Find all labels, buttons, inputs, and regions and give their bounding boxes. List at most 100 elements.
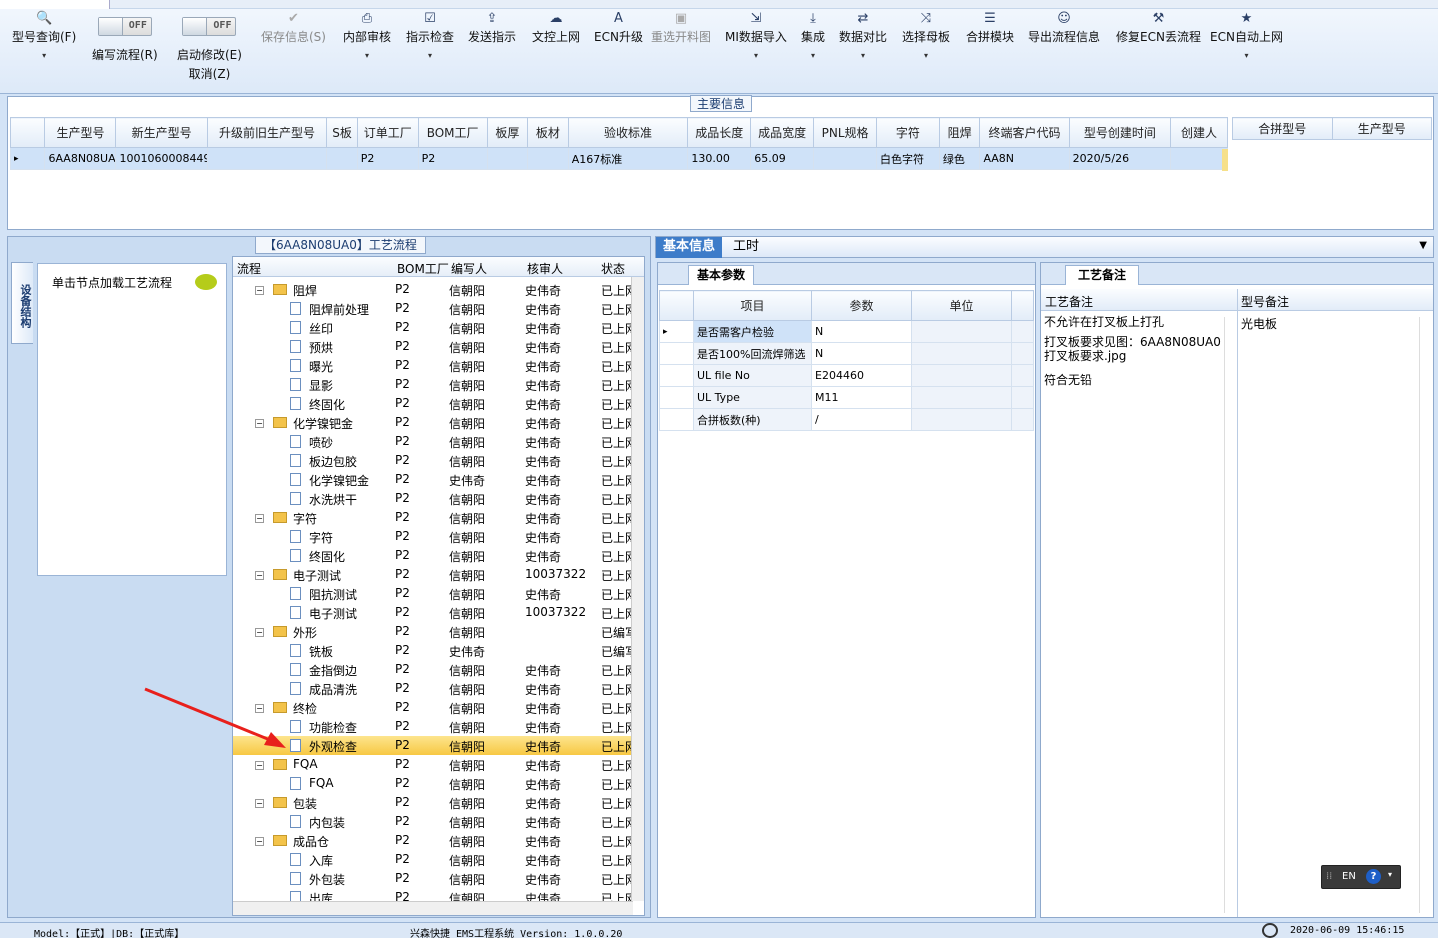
chevron-down-icon[interactable]: ▾ — [406, 51, 454, 60]
table-cell[interactable]: 2020/5/26 — [1068, 147, 1172, 170]
table-cell[interactable]: 10010600084498 — [115, 147, 208, 170]
column-header[interactable]: BOM工厂 — [417, 117, 488, 148]
tree-row[interactable]: 入库 P2 信朝阳 史伟奇 已上网 — [233, 850, 633, 869]
table-cell[interactable] — [326, 147, 358, 170]
table-cell[interactable] — [206, 147, 328, 170]
toggle-switch[interactable]: OFF — [97, 17, 152, 36]
tree-horizontal-scrollbar[interactable] — [233, 901, 633, 915]
column-header[interactable]: 板材 — [527, 117, 569, 148]
toolbar-button-16[interactable]: ⚒ 修复ECN丢流程 — [1116, 10, 1201, 45]
collapse-icon[interactable]: − — [255, 761, 264, 770]
model-notes-scrollbar[interactable] — [1419, 317, 1429, 913]
toggle-switch[interactable]: OFF — [182, 17, 237, 36]
tree-row[interactable]: − 包装 P2 信朝阳 史伟奇 已上网 — [233, 793, 633, 812]
table-cell[interactable] — [813, 147, 877, 170]
tree-row[interactable]: − FQA P2 信朝阳 史伟奇 已上网 — [233, 755, 633, 774]
ribbon-tab[interactable] — [0, 0, 110, 9]
param-value[interactable]: E204460 — [811, 364, 912, 387]
tree-row[interactable]: − 阻焊 P2 信朝阳 史伟奇 已上网 — [233, 280, 633, 299]
chevron-down-icon[interactable]: ▾ — [725, 51, 787, 60]
table-row[interactable]: ▸6AA8N08UA010010600084498 P2P2 A167标准130.0… — [9, 147, 1228, 170]
equipment-structure-tab[interactable]: 设备结构 — [11, 262, 33, 344]
tree-row[interactable]: 外观检查 P2 信朝阳 史伟奇 已上网 — [233, 736, 633, 755]
param-value[interactable]: / — [811, 408, 912, 431]
tree-row[interactable]: 金指倒边 P2 信朝阳 史伟奇 已上网 — [233, 660, 633, 679]
chevron-down-icon[interactable]: ▾ — [343, 51, 391, 60]
param-unit[interactable] — [911, 320, 1012, 343]
options-arrow-icon[interactable]: ▾ — [1388, 870, 1392, 879]
tree-row[interactable]: 外包装 P2 信朝阳 史伟奇 已上网 — [233, 869, 633, 888]
tree-row[interactable]: 字符 P2 信朝阳 史伟奇 已上网 — [233, 527, 633, 546]
tree-row[interactable]: − 外形 P2 信朝阳 已编写 — [233, 622, 633, 641]
param-row[interactable]: ▸ 是否需客户检验 N — [659, 320, 1034, 343]
param-item[interactable]: UL file No — [693, 364, 812, 387]
param-item[interactable]: 是否100%回流焊筛选 — [693, 342, 812, 365]
param-row[interactable]: 是否100%回流焊筛选 N — [659, 342, 1034, 365]
tree-row[interactable]: 曝光 P2 信朝阳 史伟奇 已上网 — [233, 356, 633, 375]
toolbar-button-14[interactable]: ☰ 合拼模块 — [966, 10, 1014, 45]
table-cell[interactable] — [486, 147, 529, 170]
column-header[interactable]: 验收标准 — [567, 117, 689, 148]
tree-row[interactable]: 内包装 P2 信朝阳 史伟奇 已上网 — [233, 812, 633, 831]
toolbar-button-12[interactable]: ⇄ 数据对比 ▾ — [839, 10, 887, 60]
tree-row[interactable]: 阻焊前处理 P2 信朝阳 史伟奇 已上网 — [233, 299, 633, 318]
chevron-down-icon[interactable]: ▾ — [1210, 51, 1283, 60]
language-bar[interactable]: ⁞⁞ EN ? ▾ — [1321, 865, 1401, 889]
tree-row[interactable]: 丝印 P2 信朝阳 史伟奇 已上网 — [233, 318, 633, 337]
model-note-text[interactable]: 光电板 — [1241, 315, 1277, 332]
toolbar-button-8[interactable]: A ECN升级 — [594, 10, 643, 45]
tree-row[interactable]: 铣板 P2 史伟奇 已编写 — [233, 641, 633, 660]
table-cell[interactable]: P2 — [417, 147, 488, 170]
column-header[interactable]: 成品宽度 — [750, 117, 815, 148]
toolbar-button-7[interactable]: ☁ 文控上网 — [532, 10, 580, 45]
tree-row[interactable]: 终固化 P2 信朝阳 史伟奇 已上网 — [233, 394, 633, 413]
column-header[interactable]: 阻焊 — [938, 117, 981, 148]
table-cell[interactable]: 6AA8N08UA0 — [44, 147, 117, 170]
tab-work-hours[interactable]: 工时 — [726, 237, 766, 258]
tree-row[interactable]: 喷砂 P2 信朝阳 史伟奇 已上网 — [233, 432, 633, 451]
table-cell[interactable]: P2 — [356, 147, 419, 170]
column-header[interactable]: 终端客户代码 — [979, 117, 1070, 148]
tree-vertical-scrollbar[interactable] — [631, 277, 644, 901]
collapse-icon[interactable]: − — [255, 286, 264, 295]
param-unit[interactable] — [911, 386, 1012, 409]
tree-row[interactable]: 功能检查 P2 信朝阳 史伟奇 已上网 — [233, 717, 633, 736]
param-row[interactable]: UL file No E204460 — [659, 364, 1034, 387]
help-icon[interactable]: ? — [1366, 869, 1381, 884]
table-cell[interactable]: 白色字符 — [876, 147, 940, 170]
tree-row[interactable]: −终检P2信朝阳史伟奇已上网 — [233, 698, 633, 717]
param-unit[interactable] — [911, 342, 1012, 365]
notes-tab[interactable]: 工艺备注 — [1065, 265, 1140, 285]
column-header[interactable]: 生产型号 — [44, 117, 117, 148]
tree-row[interactable]: 化学镍钯金 P2 史伟奇 史伟奇 已上网 — [233, 470, 633, 489]
param-value[interactable]: N — [811, 320, 912, 343]
toolbar-button-2[interactable]: OFF 启动修改(E) 取消(Z) — [177, 17, 242, 82]
chevron-down-icon[interactable]: ▾ — [902, 51, 950, 60]
param-unit[interactable] — [911, 364, 1012, 387]
toolbar-button-3[interactable]: ✔ 保存信息(S) — [261, 10, 326, 45]
tree-row[interactable]: − 化学镍钯金 P2 信朝阳 史伟奇 已上网 — [233, 413, 633, 432]
param-item[interactable]: 合拼板数(种) — [693, 408, 812, 431]
tree-row[interactable]: 板边包胶 P2 信朝阳 史伟奇 已上网 — [233, 451, 633, 470]
process-notes-text[interactable]: 不允许在打叉板上打孔 打叉板要求见图：6AA8N08UA0打叉板要求.jpg 符… — [1044, 315, 1222, 387]
column-header[interactable]: 创建人 — [1170, 117, 1228, 148]
table-cell[interactable]: 65.09 — [750, 147, 815, 170]
table-cell[interactable]: 130.00 — [687, 147, 752, 170]
column-header[interactable]: 成品长度 — [687, 117, 752, 148]
param-unit[interactable] — [911, 408, 1012, 431]
tree-row[interactable]: 成品清洗 P2 信朝阳 史伟奇 已上网 — [233, 679, 633, 698]
tree-row[interactable]: 电子测试 P2 信朝阳 10037322 已上网 — [233, 603, 633, 622]
toolbar-button-9[interactable]: ▣ 重选开料图 — [651, 10, 711, 45]
table-cell[interactable]: A167标准 — [567, 147, 689, 170]
param-value[interactable]: M11 — [811, 386, 912, 409]
column-header[interactable]: 新生产型号 — [115, 117, 208, 148]
column-header[interactable]: 型号创建时间 — [1068, 117, 1172, 148]
param-row[interactable]: UL Type M11 — [659, 386, 1034, 409]
dropdown-arrow-icon[interactable]: ▼ — [1419, 240, 1427, 251]
merge-column-header[interactable]: 合拼型号 — [1232, 117, 1333, 140]
tree-row[interactable]: FQA P2 信朝阳 史伟奇 已上网 — [233, 774, 633, 793]
column-header[interactable]: PNL规格 — [813, 117, 877, 148]
collapse-icon[interactable]: − — [255, 419, 264, 428]
chevron-down-icon[interactable]: ▾ — [801, 51, 825, 60]
param-item[interactable]: UL Type — [693, 386, 812, 409]
